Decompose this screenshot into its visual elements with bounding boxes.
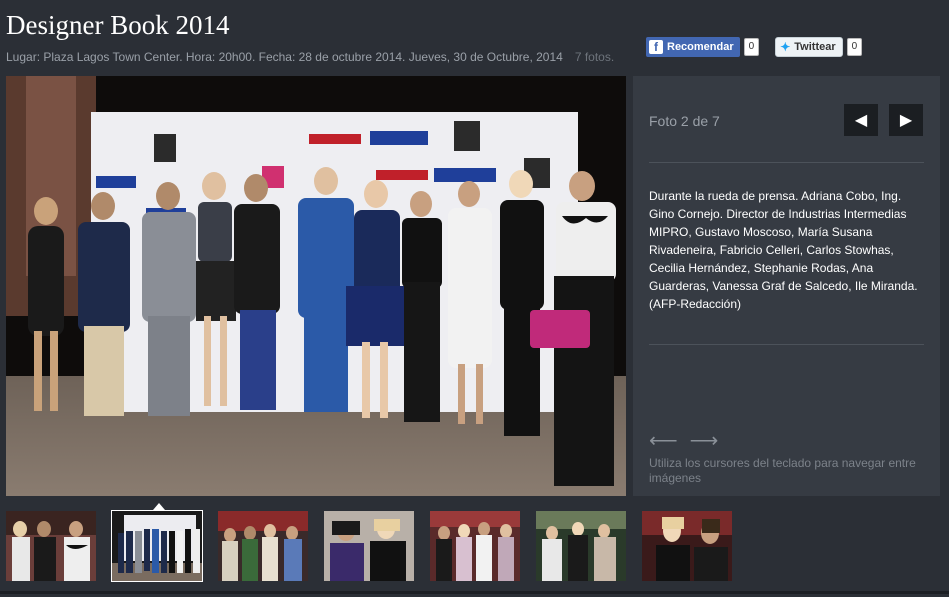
twitter-count: 0 bbox=[846, 38, 863, 56]
twitter-bird-icon: ✦ bbox=[780, 40, 791, 54]
active-thumbnail-pointer bbox=[153, 503, 165, 510]
thumbnail-1[interactable] bbox=[6, 511, 96, 581]
thumbnail-strip bbox=[6, 510, 732, 582]
main-photo[interactable] bbox=[6, 76, 626, 496]
twitter-label: Twittear bbox=[794, 41, 836, 53]
thumbnail-4[interactable] bbox=[324, 511, 414, 581]
divider bbox=[649, 162, 924, 163]
facebook-label: Recomendar bbox=[667, 41, 734, 53]
photo-count: 7 fotos. bbox=[574, 50, 615, 64]
event-details: Lugar: Plaza Lagos Town Center. Hora: 20… bbox=[6, 50, 563, 64]
chevron-left-icon: ◀ bbox=[854, 112, 868, 129]
thumbnail-5[interactable] bbox=[430, 511, 520, 581]
bottom-border bbox=[0, 591, 949, 594]
previous-photo-button[interactable]: ◀ bbox=[844, 104, 878, 136]
facebook-count: 0 bbox=[743, 38, 760, 56]
facebook-icon: f bbox=[649, 40, 663, 54]
photo-info-panel: Foto 2 de 7 ◀ ▶ Durante la rueda de pren… bbox=[633, 76, 940, 496]
facebook-recommend-button[interactable]: f Recomendar bbox=[646, 37, 740, 57]
event-meta: Lugar: Plaza Lagos Town Center. Hora: 20… bbox=[6, 50, 614, 64]
divider bbox=[649, 344, 924, 345]
facebook-share: f Recomendar 0 bbox=[646, 37, 760, 57]
thumbnail-7[interactable] bbox=[642, 511, 732, 581]
photo-position: Foto 2 de 7 bbox=[649, 113, 720, 129]
twitter-share: ✦ Twittear 0 bbox=[775, 37, 863, 57]
keyboard-hint: Utiliza los cursores del teclado para na… bbox=[649, 456, 916, 485]
next-photo-button[interactable]: ▶ bbox=[889, 104, 923, 136]
social-buttons: f Recomendar 0 ✦ Twittear 0 bbox=[646, 37, 863, 57]
thumbnail-6[interactable] bbox=[536, 511, 626, 581]
page-title: Designer Book 2014 bbox=[6, 10, 230, 40]
twitter-tweet-button[interactable]: ✦ Twittear bbox=[775, 37, 843, 57]
chevron-right-icon: ▶ bbox=[899, 112, 913, 129]
photo-caption: Durante la rueda de prensa. Adriana Cobo… bbox=[649, 189, 918, 311]
arrow-keys-icon: ⟵⟶ bbox=[649, 430, 731, 452]
thumbnail-2[interactable] bbox=[111, 510, 203, 582]
thumbnail-3[interactable] bbox=[218, 511, 308, 581]
